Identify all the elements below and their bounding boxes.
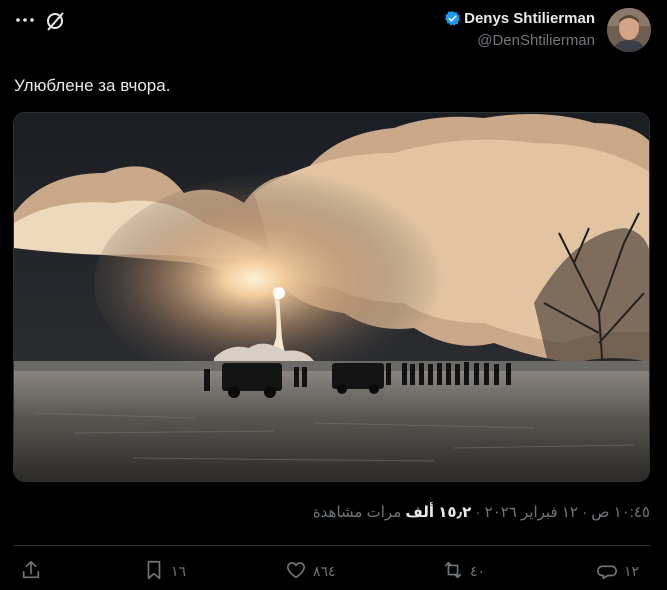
author-info[interactable]: Denys Shtilierman @DenShtilierman: [444, 10, 595, 49]
tweet-text: Улюблене за вчора.: [14, 76, 171, 95]
reply-count: ١٢: [624, 562, 640, 579]
tweet-photo[interactable]: [13, 112, 650, 482]
bookmark-icon: [143, 559, 165, 584]
tweet-time[interactable]: ١٠:٤٥ ص: [591, 504, 650, 521]
like-icon: [285, 559, 307, 584]
meta-separator: ·: [475, 504, 481, 521]
reply-icon: [596, 559, 618, 584]
like-count: ٨٦٤: [313, 562, 336, 579]
avatar[interactable]: [607, 8, 651, 52]
more-icon[interactable]: [14, 10, 36, 30]
like-button[interactable]: ٨٦٤: [285, 556, 336, 586]
repost-count: ٤٠: [470, 562, 486, 579]
verified-badge-icon: [444, 10, 461, 27]
repost-icon: [442, 559, 464, 584]
tweet-meta: ١٠:٤٥ ص · ١٢ فبراير ٢٠٢٦ · ١٥٫٢ ألف مرات…: [313, 503, 650, 521]
views-count: ١٥٫٢ ألف: [405, 504, 472, 521]
reply-button[interactable]: ١٢: [596, 556, 639, 586]
meta-separator: ·: [582, 504, 588, 521]
repost-button[interactable]: ٤٠: [442, 556, 485, 586]
share-button[interactable]: [20, 556, 42, 586]
action-bar: ١٦ ٨٦٤ ٤٠ ١٢: [0, 556, 667, 588]
tweet-date[interactable]: ١٢ فبراير ٢٠٢٦: [485, 504, 578, 521]
author-display-name[interactable]: Denys Shtilierman: [464, 10, 595, 27]
bookmark-count: ١٦: [171, 562, 187, 579]
views-label: مرات مشاهدة: [312, 504, 402, 521]
author-handle[interactable]: @DenShtilierman: [444, 32, 595, 49]
divider: [14, 545, 650, 546]
grok-icon[interactable]: [44, 10, 66, 32]
share-icon: [20, 559, 42, 584]
tweet-header: Denys Shtilierman @DenShtilierman: [0, 0, 667, 60]
bookmark-button[interactable]: ١٦: [143, 556, 186, 586]
